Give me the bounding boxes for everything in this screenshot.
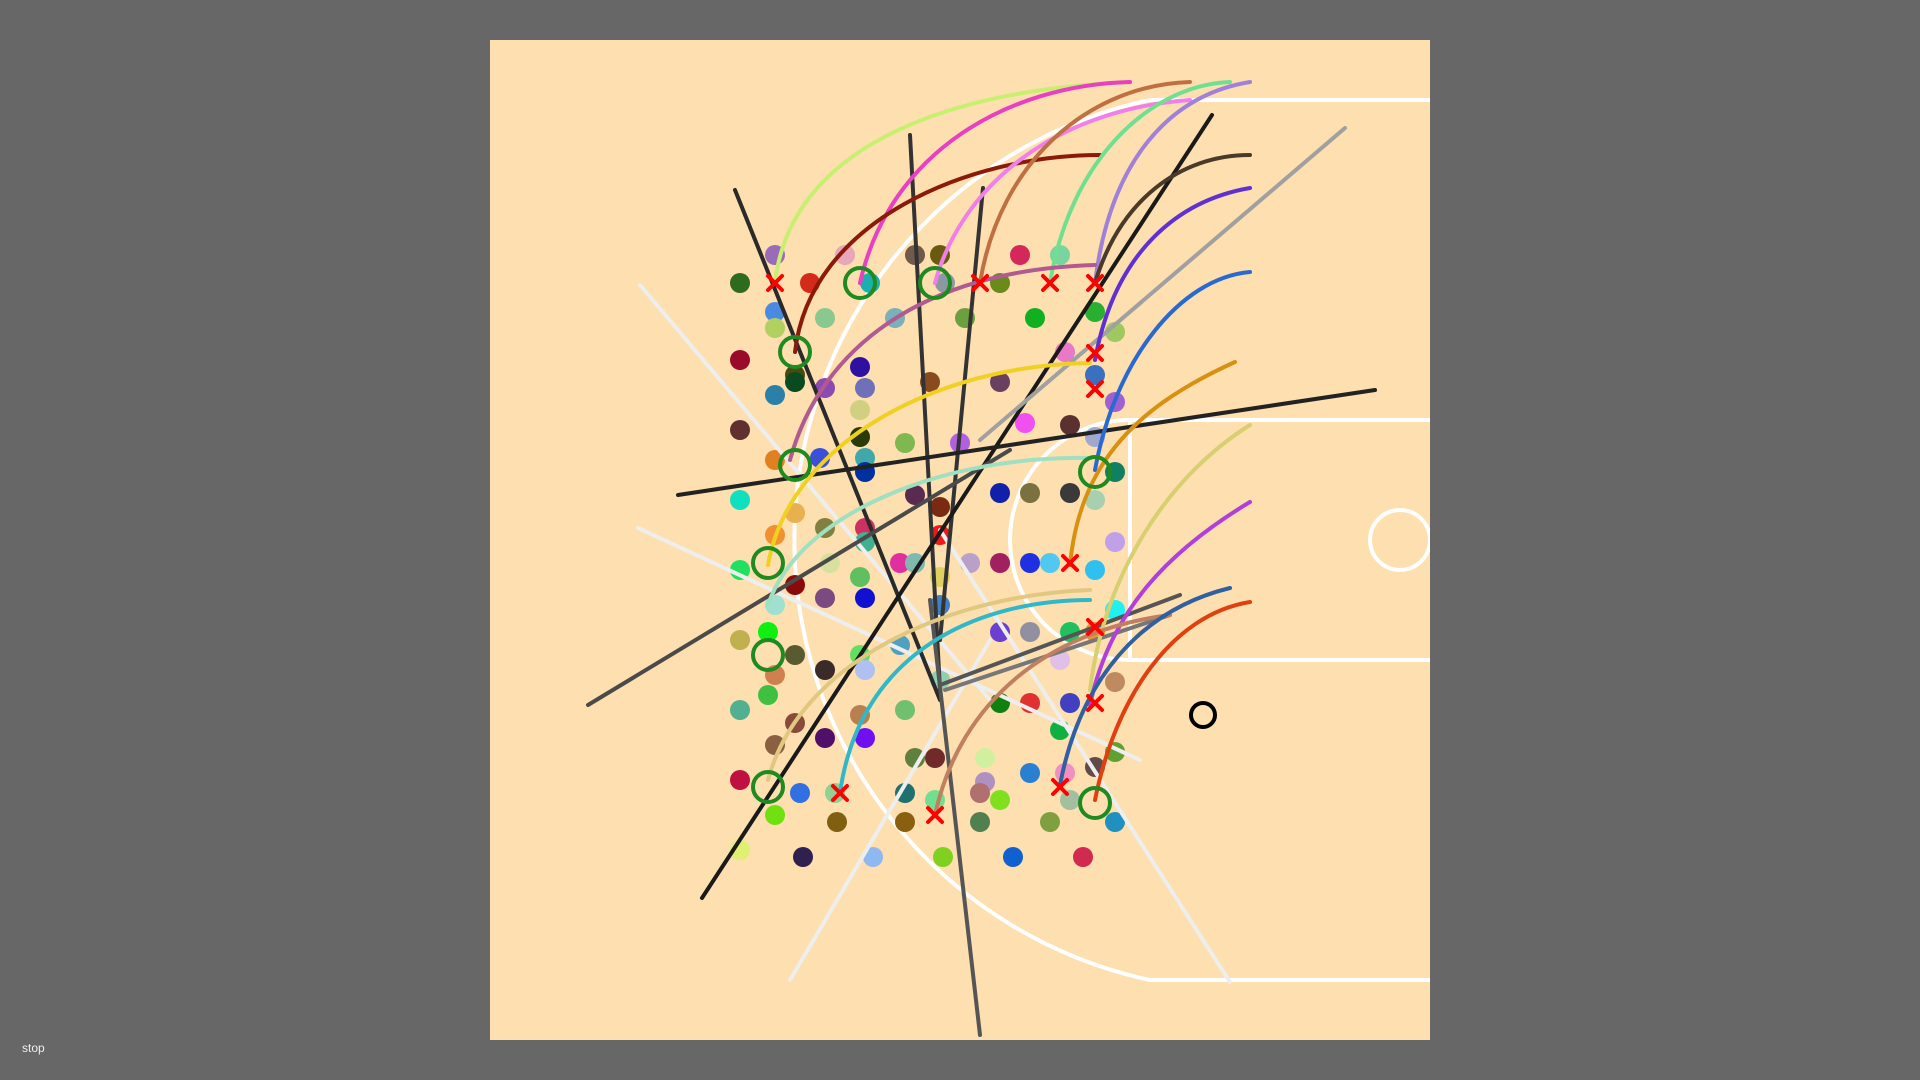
straight-paths <box>586 113 1377 1037</box>
dot <box>1073 847 1093 867</box>
court-board[interactable] <box>490 40 1430 1040</box>
dot <box>1060 415 1080 435</box>
dot <box>930 497 950 517</box>
dot <box>793 847 813 867</box>
dot <box>855 660 875 680</box>
dot <box>1003 847 1023 867</box>
dot <box>1105 532 1125 552</box>
dot <box>895 700 915 720</box>
dot <box>1010 245 1030 265</box>
dot <box>990 790 1010 810</box>
dot <box>790 783 810 803</box>
green-ring-icon[interactable] <box>751 638 785 672</box>
dot <box>895 433 915 453</box>
dot <box>730 490 750 510</box>
dot <box>785 372 805 392</box>
status-label: stop <box>22 1041 45 1055</box>
dot <box>815 728 835 748</box>
dot <box>827 812 847 832</box>
dot <box>933 847 953 867</box>
dot <box>1040 812 1060 832</box>
dot <box>730 420 750 440</box>
dot <box>1020 763 1040 783</box>
dot <box>1020 553 1040 573</box>
dot <box>730 700 750 720</box>
dot <box>1020 622 1040 642</box>
dot <box>850 357 870 377</box>
path-line <box>908 133 942 692</box>
black-ring-icon[interactable] <box>1189 701 1217 729</box>
dot <box>1060 693 1080 713</box>
dot <box>990 483 1010 503</box>
dot <box>815 308 835 328</box>
basket-hoop <box>1368 508 1430 572</box>
dot <box>850 567 870 587</box>
dot <box>730 630 750 650</box>
dot <box>1085 560 1105 580</box>
dot <box>730 350 750 370</box>
path-line <box>978 126 1347 442</box>
dot <box>850 400 870 420</box>
dot <box>990 553 1010 573</box>
dot <box>765 805 785 825</box>
dot <box>815 660 835 680</box>
dot <box>925 748 945 768</box>
dot <box>855 588 875 608</box>
dot <box>970 812 990 832</box>
dot <box>895 812 915 832</box>
paint-key <box>1128 418 1430 662</box>
dot <box>1025 308 1045 328</box>
court-canvas <box>586 80 1430 1037</box>
dot <box>730 770 750 790</box>
dot <box>758 685 778 705</box>
path-curve <box>933 613 1172 817</box>
dot <box>1040 553 1060 573</box>
dot <box>1105 672 1125 692</box>
dot <box>1060 790 1080 810</box>
dot <box>815 588 835 608</box>
dot <box>975 748 995 768</box>
dot <box>1060 483 1080 503</box>
dot <box>785 645 805 665</box>
dot <box>855 378 875 398</box>
path-line <box>943 613 1172 692</box>
dot <box>970 783 990 803</box>
dot <box>1020 483 1040 503</box>
dot <box>765 385 785 405</box>
dot <box>730 273 750 293</box>
dot <box>765 318 785 338</box>
